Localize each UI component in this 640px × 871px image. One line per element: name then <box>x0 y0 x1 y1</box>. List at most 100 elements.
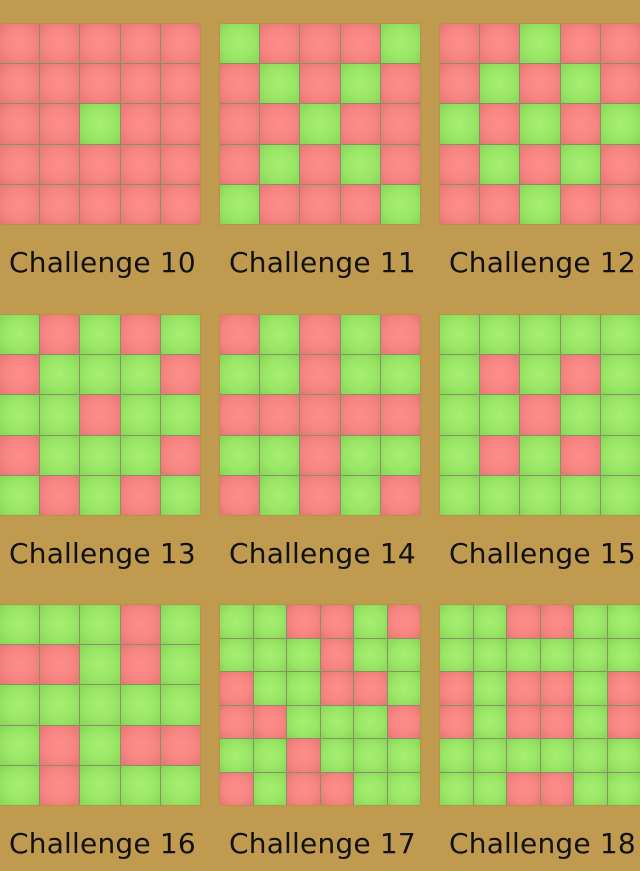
green-cell <box>40 355 80 395</box>
challenge-board[interactable] <box>220 24 420 224</box>
green-cell <box>0 725 40 765</box>
challenge-label: Challenge 17 <box>229 827 416 860</box>
green-cell <box>440 435 480 475</box>
green-cell <box>260 435 300 475</box>
green-cell <box>480 475 520 515</box>
red-cell <box>320 772 353 805</box>
challenge-board[interactable] <box>440 315 640 515</box>
green-cell <box>507 739 540 772</box>
green-cell <box>80 104 120 144</box>
green-cell <box>600 435 640 475</box>
red-cell <box>160 144 200 184</box>
challenge-board[interactable] <box>0 24 200 224</box>
red-cell <box>120 605 160 645</box>
red-cell <box>40 645 80 685</box>
red-cell <box>0 645 40 685</box>
green-cell <box>220 739 253 772</box>
green-cell <box>520 475 560 515</box>
red-cell <box>440 184 480 224</box>
red-cell <box>560 184 600 224</box>
red-cell <box>387 705 420 738</box>
challenge-board[interactable] <box>0 315 200 515</box>
green-cell <box>440 739 473 772</box>
green-cell <box>287 672 320 705</box>
green-cell <box>600 315 640 355</box>
green-cell <box>340 435 380 475</box>
red-cell <box>40 725 80 765</box>
green-cell <box>520 435 560 475</box>
green-cell <box>600 475 640 515</box>
green-cell <box>160 395 200 435</box>
red-cell <box>480 24 520 64</box>
red-cell <box>440 672 473 705</box>
red-cell <box>0 104 40 144</box>
green-cell <box>480 395 520 435</box>
green-cell <box>260 64 300 104</box>
green-cell <box>80 685 120 725</box>
red-cell <box>40 475 80 515</box>
challenge-board[interactable] <box>220 315 420 515</box>
green-cell <box>120 685 160 725</box>
green-cell <box>440 395 480 435</box>
red-cell <box>160 24 200 64</box>
red-cell <box>120 645 160 685</box>
red-cell <box>120 184 160 224</box>
red-cell <box>560 24 600 64</box>
green-cell <box>560 395 600 435</box>
green-cell <box>600 104 640 144</box>
green-cell <box>40 605 80 645</box>
green-cell <box>80 765 120 805</box>
green-cell <box>354 739 387 772</box>
green-cell <box>354 605 387 638</box>
challenge-board[interactable] <box>440 24 640 224</box>
red-cell <box>0 184 40 224</box>
green-cell <box>354 705 387 738</box>
green-cell <box>253 772 286 805</box>
red-cell <box>287 772 320 805</box>
green-cell <box>440 772 473 805</box>
red-cell <box>340 395 380 435</box>
green-cell <box>300 104 340 144</box>
green-cell <box>0 765 40 805</box>
green-cell <box>354 638 387 671</box>
green-cell <box>80 645 120 685</box>
red-cell <box>220 395 260 435</box>
green-cell <box>80 475 120 515</box>
red-cell <box>40 765 80 805</box>
red-cell <box>560 435 600 475</box>
red-cell <box>40 144 80 184</box>
red-cell <box>540 705 573 738</box>
green-cell <box>607 605 640 638</box>
green-cell <box>520 355 560 395</box>
red-cell <box>160 435 200 475</box>
green-cell <box>320 705 353 738</box>
green-cell <box>480 64 520 104</box>
red-cell <box>300 24 340 64</box>
red-cell <box>440 64 480 104</box>
red-cell <box>160 104 200 144</box>
red-cell <box>440 705 473 738</box>
green-cell <box>440 638 473 671</box>
green-cell <box>0 395 40 435</box>
red-cell <box>540 605 573 638</box>
red-cell <box>0 144 40 184</box>
green-cell <box>380 355 420 395</box>
green-cell <box>260 144 300 184</box>
challenge-board[interactable] <box>220 605 420 805</box>
green-cell <box>387 772 420 805</box>
green-cell <box>440 315 480 355</box>
green-cell <box>520 184 560 224</box>
green-cell <box>607 638 640 671</box>
red-cell <box>507 772 540 805</box>
green-cell <box>160 315 200 355</box>
green-cell <box>120 435 160 475</box>
green-cell <box>220 355 260 395</box>
green-cell <box>0 315 40 355</box>
red-cell <box>540 772 573 805</box>
challenge-board[interactable] <box>440 605 640 805</box>
green-cell <box>473 772 506 805</box>
challenge-board[interactable] <box>0 605 200 805</box>
red-cell <box>320 605 353 638</box>
red-cell <box>380 315 420 355</box>
green-cell <box>380 24 420 64</box>
